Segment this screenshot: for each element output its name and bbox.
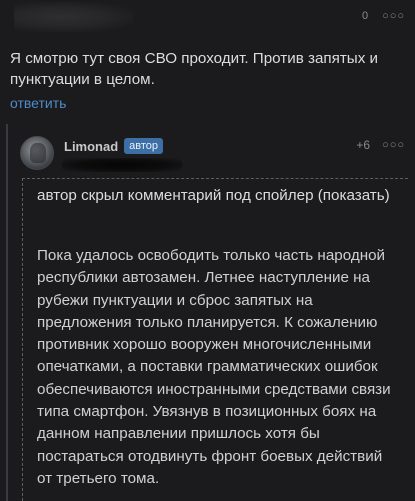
comment-meta: +6 ○○○ <box>356 138 405 152</box>
more-dots-icon[interactable]: ○○○ <box>382 10 405 22</box>
spoiler-text: Пока удалось освободить только часть нар… <box>37 247 391 487</box>
comment-rating[interactable]: +6 <box>356 138 370 152</box>
author-badge: автор <box>124 138 164 154</box>
comment-text: Я смотрю тут своя СВО проходит. Против з… <box>10 50 379 88</box>
redacted-username <box>14 2 134 32</box>
avatar[interactable] <box>20 136 54 170</box>
author-row: Limonad автор <box>64 138 164 154</box>
comment-meta: 0 ○○○ <box>362 10 405 22</box>
comment-first: 0 ○○○ Я смотрю тут своя СВО проходит. Пр… <box>0 0 415 122</box>
comment-reply: Limonad автор +6 ○○○ автор скрыл коммент… <box>14 126 415 501</box>
more-dots-icon[interactable]: ○○○ <box>382 139 405 151</box>
redacted-meta <box>62 158 182 172</box>
spoiler-header[interactable]: автор скрыл комментарий под спойлер (пок… <box>37 185 397 207</box>
comment-rating[interactable]: 0 <box>362 10 368 22</box>
username[interactable]: Limonad <box>64 139 118 154</box>
thread-line[interactable] <box>6 124 8 501</box>
reply-link[interactable]: ответить <box>10 95 66 111</box>
spoiler-block: автор скрыл комментарий под спойлер (пок… <box>22 178 408 501</box>
